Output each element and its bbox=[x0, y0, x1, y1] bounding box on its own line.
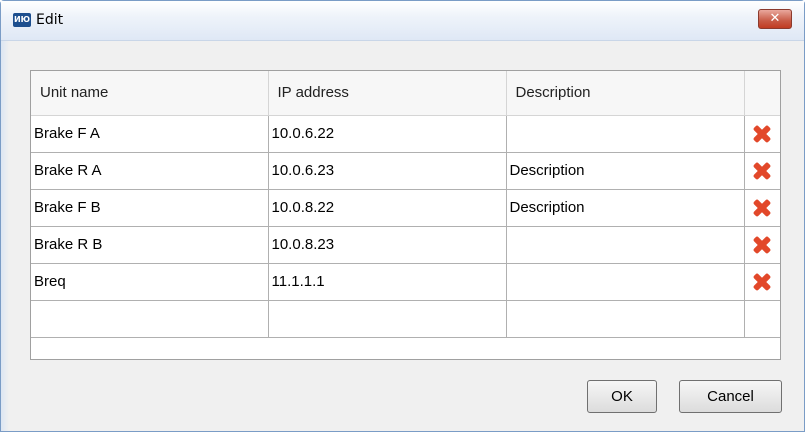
table-row: Brake F A 10.0.6.22 bbox=[31, 115, 780, 153]
app-icon: ИЮ bbox=[13, 13, 31, 27]
delete-cell bbox=[744, 263, 780, 301]
delete-cell bbox=[744, 189, 780, 227]
window-frame-edge bbox=[1, 41, 9, 431]
delete-icon[interactable] bbox=[751, 197, 773, 219]
delete-cell bbox=[744, 152, 780, 190]
title-bar[interactable]: ИЮ Edit ✕ bbox=[1, 1, 804, 41]
delete-icon[interactable] bbox=[751, 160, 773, 182]
window-title: Edit bbox=[36, 12, 64, 28]
table-row: Breq 11.1.1.1 bbox=[31, 263, 780, 301]
column-header-delete bbox=[744, 71, 780, 116]
close-button[interactable]: ✕ bbox=[758, 9, 792, 29]
table-row: Brake F B 10.0.8.22 Description bbox=[31, 189, 780, 227]
unit-name-cell[interactable]: Breq bbox=[31, 263, 269, 301]
new-unit-name-cell[interactable] bbox=[31, 300, 269, 338]
ip-address-cell[interactable]: 10.0.6.22 bbox=[268, 115, 507, 153]
delete-icon[interactable] bbox=[751, 123, 773, 145]
ip-address-cell[interactable]: 10.0.8.22 bbox=[268, 189, 507, 227]
edit-dialog: ИЮ Edit ✕ Unit name IP address Descripti… bbox=[0, 0, 805, 432]
ip-address-cell[interactable]: 10.0.8.23 bbox=[268, 226, 507, 264]
new-entry-row bbox=[31, 300, 780, 338]
delete-cell bbox=[744, 115, 780, 153]
column-header-ip-address[interactable]: IP address bbox=[268, 71, 507, 116]
table-header-row: Unit name IP address Description bbox=[31, 71, 780, 116]
ip-address-cell[interactable]: 11.1.1.1 bbox=[268, 263, 507, 301]
delete-icon[interactable] bbox=[751, 271, 773, 293]
new-delete-cell bbox=[744, 300, 780, 338]
column-header-description[interactable]: Description bbox=[506, 71, 745, 116]
unit-name-cell[interactable]: Brake R B bbox=[31, 226, 269, 264]
unit-name-cell[interactable]: Brake F B bbox=[31, 189, 269, 227]
description-cell[interactable] bbox=[506, 263, 745, 301]
delete-cell bbox=[744, 226, 780, 264]
table-row: Brake R A 10.0.6.23 Description bbox=[31, 152, 780, 190]
delete-icon[interactable] bbox=[751, 234, 773, 256]
cancel-button[interactable]: Cancel bbox=[679, 380, 782, 413]
ok-button[interactable]: OK bbox=[587, 380, 657, 413]
column-header-unit-name[interactable]: Unit name bbox=[31, 71, 269, 116]
new-description-cell[interactable] bbox=[506, 300, 745, 338]
description-cell[interactable] bbox=[506, 115, 745, 153]
units-table: Unit name IP address Description Brake F… bbox=[30, 70, 781, 360]
ip-address-cell[interactable]: 10.0.6.23 bbox=[268, 152, 507, 190]
description-cell[interactable] bbox=[506, 226, 745, 264]
new-ip-address-cell[interactable] bbox=[268, 300, 507, 338]
unit-name-cell[interactable]: Brake F A bbox=[31, 115, 269, 153]
unit-name-cell[interactable]: Brake R A bbox=[31, 152, 269, 190]
description-cell[interactable]: Description bbox=[506, 189, 745, 227]
description-cell[interactable]: Description bbox=[506, 152, 745, 190]
table-row: Brake R B 10.0.8.23 bbox=[31, 226, 780, 264]
